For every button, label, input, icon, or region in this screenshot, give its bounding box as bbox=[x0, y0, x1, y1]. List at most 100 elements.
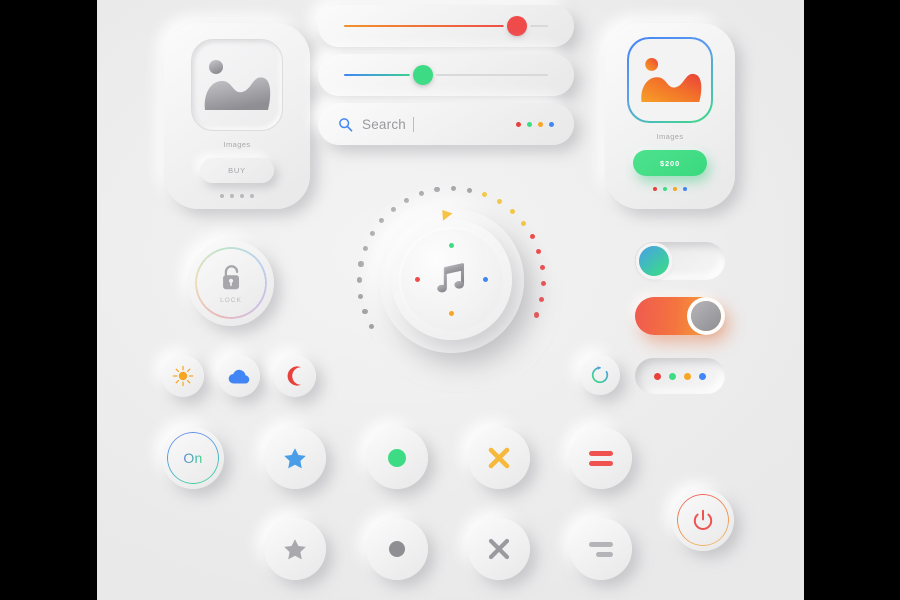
knob-scale-dot-1 bbox=[538, 296, 545, 303]
record-button-inactive[interactable] bbox=[366, 518, 428, 580]
equals-icon bbox=[589, 541, 613, 557]
knob-scale-dot-8 bbox=[496, 199, 502, 205]
close-x-icon bbox=[488, 447, 510, 469]
close-button-inactive[interactable] bbox=[468, 518, 530, 580]
pagination-dot-0[interactable] bbox=[653, 187, 657, 191]
cloud-icon bbox=[228, 369, 249, 384]
search-dot-0[interactable] bbox=[516, 121, 521, 127]
pagination-dot-0[interactable] bbox=[220, 194, 224, 198]
search-bar[interactable]: Search bbox=[318, 103, 574, 145]
star-button-inactive[interactable] bbox=[264, 518, 326, 580]
knob-scale-dot-16 bbox=[379, 218, 385, 224]
toggle-knob[interactable] bbox=[691, 301, 721, 331]
search-dot-1[interactable] bbox=[527, 121, 532, 127]
circle-icon bbox=[388, 449, 406, 467]
image-thumbnail-left bbox=[191, 39, 283, 131]
close-x-icon bbox=[488, 538, 510, 560]
moon-icon bbox=[287, 366, 301, 386]
knob-scale-dot-3 bbox=[539, 264, 546, 270]
image-thumbnail-right bbox=[627, 37, 713, 123]
equals-button-inactive[interactable] bbox=[570, 518, 632, 580]
knob-scale-dot-6 bbox=[520, 220, 527, 226]
knob-scale-dot-4 bbox=[536, 248, 542, 255]
accent-ring bbox=[167, 432, 219, 484]
search-pagination-dots[interactable] bbox=[516, 121, 554, 127]
slider-volume[interactable] bbox=[318, 5, 574, 47]
slider-knob[interactable] bbox=[506, 16, 527, 36]
refresh-icon bbox=[591, 366, 609, 384]
knob-scale-dot-23 bbox=[369, 323, 375, 330]
slider-knob[interactable] bbox=[413, 65, 434, 85]
knob-scale-dot-21 bbox=[358, 293, 364, 299]
knob-scale-dot-13 bbox=[418, 190, 424, 197]
pagination-dot-2[interactable] bbox=[240, 194, 244, 198]
knob-scale-dot-15 bbox=[390, 206, 396, 212]
knob-scale-dot-17 bbox=[369, 231, 375, 237]
dot-indicator-pill[interactable] bbox=[635, 358, 725, 394]
lock-button[interactable]: LOCK bbox=[188, 240, 274, 326]
indicator-dot-3[interactable] bbox=[699, 372, 706, 380]
card-left-label: Images bbox=[223, 140, 251, 149]
music-knob-control[interactable] bbox=[327, 165, 567, 390]
search-icon bbox=[339, 117, 353, 131]
knob-scale-dot-20 bbox=[356, 277, 363, 283]
indicator-dot-2[interactable] bbox=[684, 372, 691, 380]
price-button[interactable]: $200 bbox=[633, 150, 707, 176]
knob-scale-dot-2 bbox=[540, 280, 547, 287]
search-dot-3[interactable] bbox=[549, 121, 554, 127]
knob-scale-dot-18 bbox=[362, 245, 368, 251]
slider-brightness[interactable] bbox=[318, 54, 574, 96]
pagination-dot-1[interactable] bbox=[663, 187, 667, 191]
record-button-active[interactable] bbox=[366, 427, 428, 489]
sun-button[interactable] bbox=[162, 355, 204, 397]
sun-icon bbox=[172, 365, 194, 387]
toggle-knob[interactable] bbox=[639, 246, 669, 276]
music-note-icon bbox=[436, 262, 464, 292]
pagination-dot-3[interactable] bbox=[683, 187, 687, 191]
on-button[interactable]: On bbox=[162, 427, 224, 489]
moon-button[interactable] bbox=[274, 355, 316, 397]
knob-scale-dot-10 bbox=[466, 187, 472, 193]
image-card-right[interactable]: Images $200 bbox=[605, 23, 735, 209]
indicator-dot-0[interactable] bbox=[654, 372, 661, 380]
knob-dot-left bbox=[415, 277, 420, 282]
image-placeholder-icon bbox=[204, 60, 271, 110]
circle-icon bbox=[389, 541, 405, 557]
image-placeholder-icon bbox=[641, 58, 702, 102]
indicator-dot-1[interactable] bbox=[669, 372, 676, 380]
knob-scale-dot-0 bbox=[534, 312, 540, 318]
star-icon bbox=[284, 447, 306, 468]
pagination-dot-2[interactable] bbox=[673, 187, 677, 191]
text-cursor bbox=[412, 116, 414, 132]
search-dot-2[interactable] bbox=[538, 121, 543, 127]
equals-button-active[interactable] bbox=[570, 427, 632, 489]
knob-scale-dot-12 bbox=[434, 187, 440, 193]
card-left-pagination-dots[interactable] bbox=[220, 194, 254, 198]
knob-dot-top bbox=[449, 243, 454, 248]
star-button-active[interactable] bbox=[264, 427, 326, 489]
letterbox-bar-right bbox=[804, 0, 900, 600]
slider-track bbox=[344, 73, 548, 77]
image-card-left[interactable]: Images BUY bbox=[164, 23, 310, 209]
pagination-dot-1[interactable] bbox=[230, 194, 234, 198]
ui-kit-canvas: Images BUY Images $200 Search LOCK bbox=[97, 0, 804, 600]
knob-scale-dot-7 bbox=[509, 208, 515, 215]
card-right-label: Images bbox=[656, 132, 684, 141]
accent-ring bbox=[677, 494, 729, 546]
letterbox-bar-left bbox=[0, 0, 97, 600]
buy-button[interactable]: BUY bbox=[200, 158, 274, 183]
toggle-switch-on[interactable] bbox=[635, 297, 725, 335]
card-right-pagination-dots[interactable] bbox=[653, 187, 687, 191]
star-icon bbox=[284, 538, 306, 559]
lock-label: LOCK bbox=[220, 296, 242, 304]
pagination-dot-3[interactable] bbox=[250, 194, 254, 198]
toggle-switch-off[interactable] bbox=[635, 242, 725, 280]
cloud-button[interactable] bbox=[218, 355, 260, 397]
screenshot-stage: Images BUY Images $200 Search LOCK bbox=[0, 0, 900, 600]
knob-scale-dot-14 bbox=[403, 197, 410, 203]
close-button-active[interactable] bbox=[468, 427, 530, 489]
search-input[interactable]: Search bbox=[362, 117, 406, 132]
knob-scale-dot-9 bbox=[482, 192, 488, 198]
power-button-active[interactable] bbox=[672, 489, 734, 551]
refresh-button[interactable] bbox=[580, 355, 620, 395]
